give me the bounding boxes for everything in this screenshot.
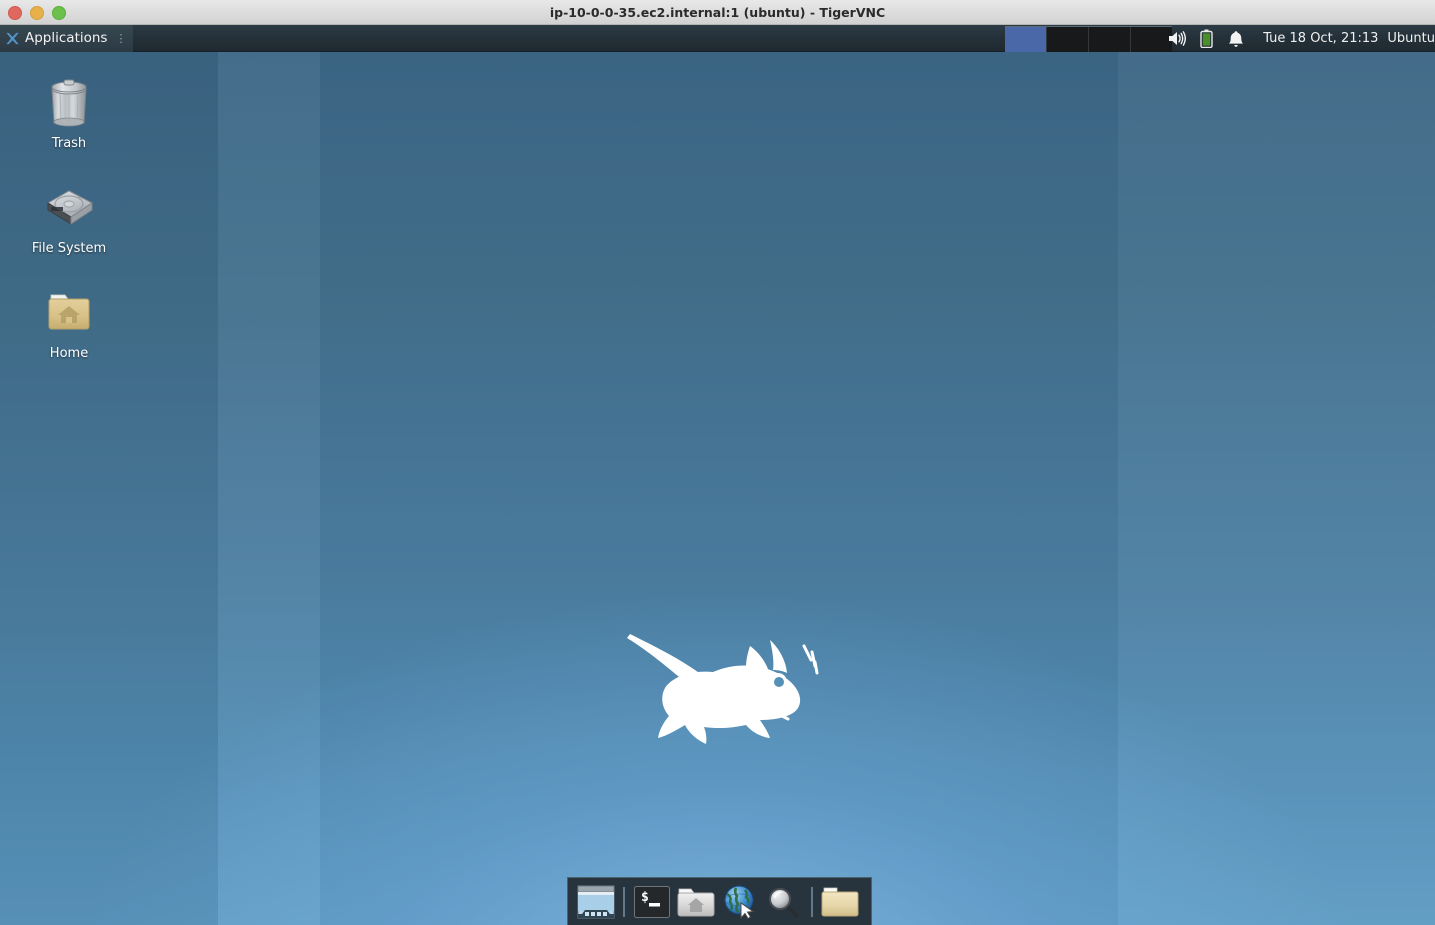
window-titlebar: ip-10-0-0-35.ec2.internal:1 (ubuntu) - T… (0, 0, 1435, 25)
volume-button[interactable] (1161, 25, 1191, 52)
terminal-icon: $ (634, 885, 670, 918)
notification-bell-icon (1229, 30, 1244, 47)
desktop-icon-file-system[interactable]: File System (9, 175, 129, 257)
open-folder-icon (821, 887, 859, 916)
workspace-3[interactable] (1089, 27, 1131, 52)
vnc-window: ip-10-0-0-35.ec2.internal:1 (ubuntu) - T… (0, 0, 1435, 925)
dock-item-show-desktop[interactable] (576, 882, 616, 922)
wallpaper-band-2 (218, 25, 320, 925)
battery-button[interactable] (1191, 25, 1221, 52)
panel-grip-icon[interactable]: ⋮ (115, 33, 126, 44)
volume-icon (1168, 31, 1186, 46)
show-desktop-icon (577, 885, 615, 918)
battery-icon (1199, 29, 1213, 48)
xfce-mouse-icon (6, 32, 19, 44)
dock-item-web-browser[interactable] (720, 882, 760, 922)
applications-menu-label: Applications (25, 30, 108, 46)
desktop-icon-trash[interactable]: Trash (9, 70, 129, 152)
dock-separator-1 (623, 886, 625, 917)
dock-separator-2 (811, 886, 813, 917)
desktop-icon-home[interactable]: Home (9, 280, 129, 362)
workspace-2[interactable] (1047, 27, 1089, 52)
wallpaper-band-1 (0, 25, 218, 925)
dock-item-terminal[interactable]: $ (632, 882, 672, 922)
web-browser-icon (724, 885, 755, 919)
xfce-mouse-logo (627, 634, 819, 744)
dock-item-find-files[interactable] (764, 882, 804, 922)
workspace-switcher[interactable] (1005, 26, 1172, 52)
magnifier-icon (769, 887, 799, 918)
desktop-icon-label: Home (49, 346, 89, 361)
dock-item-file-manager[interactable] (676, 882, 716, 922)
desktop-area[interactable]: Trash File System Home (0, 25, 1435, 925)
wallpaper-band-3 (320, 25, 1118, 925)
application-dock: $ (567, 877, 872, 925)
clock[interactable]: Tue 18 Oct, 21:13 (1251, 31, 1387, 46)
desktop-icon-label: Trash (51, 136, 87, 151)
window-title: ip-10-0-0-35.ec2.internal:1 (ubuntu) - T… (549, 5, 886, 20)
applications-menu-button[interactable]: Applications ⋮ (0, 24, 134, 52)
notifications-button[interactable] (1221, 25, 1251, 52)
file-manager-icon (677, 888, 715, 916)
svg-text:$: $ (641, 890, 649, 905)
workspace-1[interactable] (1005, 27, 1047, 52)
system-tray: Tue 18 Oct, 21:13 Ubuntu (1161, 25, 1435, 52)
wallpaper-band-4 (1118, 25, 1435, 925)
desktop-icon-label: File System (31, 241, 107, 256)
hard-disk-icon (47, 190, 93, 225)
trash-can-icon (51, 79, 87, 127)
dock-item-open-folder[interactable] (820, 882, 860, 922)
session-menu-label[interactable]: Ubuntu (1387, 31, 1435, 46)
home-folder-icon (48, 294, 90, 330)
